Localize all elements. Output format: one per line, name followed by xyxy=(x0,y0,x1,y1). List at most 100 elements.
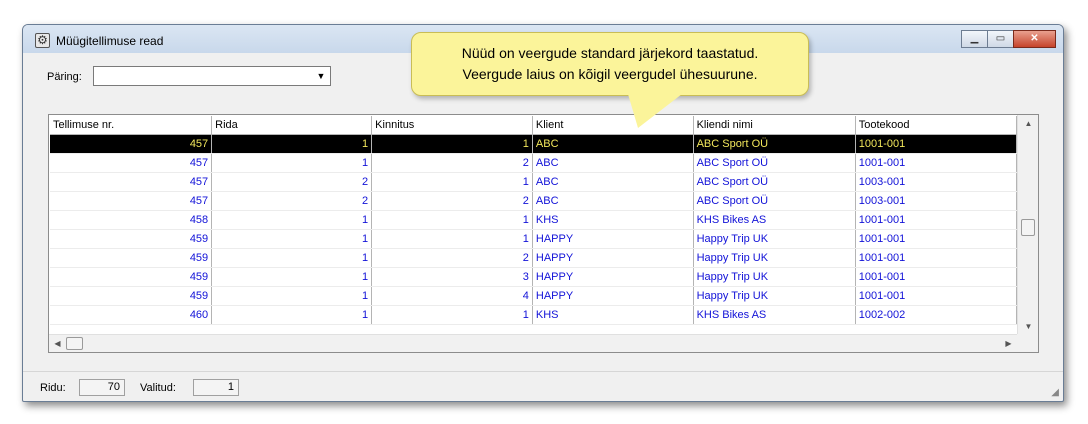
table-cell[interactable]: 2 xyxy=(371,153,533,173)
table-cell[interactable]: 1001-001 xyxy=(855,134,1017,154)
scroll-down-icon[interactable]: ▼ xyxy=(1018,318,1039,335)
table-cell[interactable]: ABC Sport OÜ xyxy=(693,134,856,154)
vertical-scrollbar[interactable]: ▲ ▼ xyxy=(1017,115,1038,335)
table-row[interactable]: 457 1 1 ABC ABC Sport OÜ 1001-001 xyxy=(50,134,1017,154)
rows-count-label: Ridu: xyxy=(40,382,66,394)
table-cell[interactable]: 457 xyxy=(50,134,213,154)
table-row[interactable]: 459 1 3 HAPPY Happy Trip UK 1001-001 xyxy=(50,267,1017,287)
table-cell[interactable]: 3 xyxy=(371,267,533,287)
table-cell[interactable]: 1 xyxy=(371,305,533,325)
table-row[interactable]: 459 1 2 HAPPY Happy Trip UK 1001-001 xyxy=(50,248,1017,268)
table-cell[interactable]: 2 xyxy=(371,248,533,268)
table-cell[interactable]: 1 xyxy=(371,172,533,192)
horizontal-scroll-thumb[interactable] xyxy=(66,337,83,350)
table-row[interactable]: 457 2 1 ABC ABC Sport OÜ 1003-001 xyxy=(50,172,1017,192)
table-cell[interactable]: 1 xyxy=(211,267,373,287)
column-header[interactable]: Tellimuse nr. xyxy=(50,116,213,135)
table-cell[interactable]: 1 xyxy=(211,153,373,173)
table-cell[interactable]: ABC xyxy=(532,153,694,173)
table-cell[interactable]: ABC Sport OÜ xyxy=(693,172,856,192)
query-select[interactable]: ▼ xyxy=(93,66,331,86)
scroll-up-icon[interactable]: ▲ xyxy=(1018,115,1039,132)
table-row[interactable]: 457 1 2 ABC ABC Sport OÜ 1001-001 xyxy=(50,153,1017,173)
vertical-scroll-thumb[interactable] xyxy=(1021,219,1035,236)
table-cell[interactable]: 2 xyxy=(371,191,533,211)
table-row[interactable]: 457 2 2 ABC ABC Sport OÜ 1003-001 xyxy=(50,191,1017,211)
callout-tooltip: Nüüd on veergude standard järjekord taas… xyxy=(411,32,809,96)
table-cell[interactable]: 460 xyxy=(50,305,213,325)
table-cell[interactable]: Happy Trip UK xyxy=(693,229,856,249)
table-cell[interactable]: 1 xyxy=(211,305,373,325)
table-cell[interactable]: ABC Sport OÜ xyxy=(693,153,856,173)
table-cell[interactable]: Happy Trip UK xyxy=(693,267,856,287)
table-cell[interactable]: 1003-001 xyxy=(855,191,1017,211)
table-cell[interactable]: 1 xyxy=(211,286,373,306)
table-cell[interactable]: HAPPY xyxy=(532,248,694,268)
grid-table: Tellimuse nr. Rida Kinnitus Klient Kliendi n… xyxy=(50,116,1017,325)
table-cell[interactable]: 1001-001 xyxy=(855,267,1017,287)
grid-viewport: Tellimuse nr. Rida Kinnitus Klient Kliendi n… xyxy=(50,116,1017,335)
window-title: Müügitellimuse read xyxy=(56,34,164,48)
table-cell[interactable]: 457 xyxy=(50,153,213,173)
table-cell[interactable]: 1003-001 xyxy=(855,172,1017,192)
table-cell[interactable]: KHS Bikes AS xyxy=(693,305,856,325)
table-cell[interactable]: 457 xyxy=(50,191,213,211)
maximize-button[interactable]: ▭ xyxy=(987,30,1014,48)
table-cell[interactable]: HAPPY xyxy=(532,267,694,287)
table-cell[interactable]: ABC xyxy=(532,172,694,192)
table-row[interactable]: 459 1 4 HAPPY Happy Trip UK 1001-001 xyxy=(50,286,1017,306)
table-cell[interactable]: KHS Bikes AS xyxy=(693,210,856,230)
horizontal-scrollbar[interactable]: ◀ ▶ xyxy=(49,334,1017,352)
table-cell[interactable]: 1001-001 xyxy=(855,286,1017,306)
selected-count-label: Valitud: xyxy=(140,382,176,394)
table-cell[interactable]: KHS xyxy=(532,210,694,230)
table-cell[interactable]: 457 xyxy=(50,172,213,192)
order-lines-grid: Tellimuse nr. Rida Kinnitus Klient Kliendi n… xyxy=(48,114,1039,353)
table-cell[interactable]: 459 xyxy=(50,267,213,287)
table-cell[interactable]: 4 xyxy=(371,286,533,306)
column-header[interactable]: Rida xyxy=(211,116,373,135)
table-cell[interactable]: HAPPY xyxy=(532,229,694,249)
minimize-button[interactable]: ▁ xyxy=(961,30,988,48)
table-cell[interactable]: HAPPY xyxy=(532,286,694,306)
table-cell[interactable]: 1 xyxy=(211,248,373,268)
table-row[interactable]: 458 1 1 KHS KHS Bikes AS 1001-001 xyxy=(50,210,1017,230)
table-cell[interactable]: 459 xyxy=(50,248,213,268)
table-cell[interactable]: 458 xyxy=(50,210,213,230)
table-cell[interactable]: 1 xyxy=(211,134,373,154)
table-cell[interactable]: 459 xyxy=(50,286,213,306)
table-cell[interactable]: 1 xyxy=(211,210,373,230)
table-cell[interactable]: 1001-001 xyxy=(855,248,1017,268)
query-label: Päring: xyxy=(47,71,82,83)
callout-line-1: Nüüd on veergude standard järjekord taas… xyxy=(461,45,759,61)
column-header[interactable]: Kinnitus xyxy=(371,116,533,135)
callout-pointer xyxy=(628,94,682,128)
table-cell[interactable]: 1 xyxy=(371,229,533,249)
table-cell[interactable]: 2 xyxy=(211,191,373,211)
table-cell[interactable]: Happy Trip UK xyxy=(693,286,856,306)
table-cell[interactable]: ABC Sport OÜ xyxy=(693,191,856,211)
table-cell[interactable]: 1001-001 xyxy=(855,210,1017,230)
table-cell[interactable]: 459 xyxy=(50,229,213,249)
table-cell[interactable]: ABC xyxy=(532,134,694,154)
table-cell[interactable]: 1 xyxy=(371,134,533,154)
table-cell[interactable]: 1001-001 xyxy=(855,153,1017,173)
table-cell[interactable]: Happy Trip UK xyxy=(693,248,856,268)
table-cell[interactable]: KHS xyxy=(532,305,694,325)
scroll-right-icon[interactable]: ▶ xyxy=(1000,335,1017,352)
column-header[interactable]: Kliendi nimi xyxy=(693,116,856,135)
chevron-down-icon[interactable]: ▼ xyxy=(313,68,329,84)
table-row[interactable]: 459 1 1 HAPPY Happy Trip UK 1001-001 xyxy=(50,229,1017,249)
table-cell[interactable]: 2 xyxy=(211,172,373,192)
scroll-left-icon[interactable]: ◀ xyxy=(49,335,66,352)
table-cell[interactable]: ABC xyxy=(532,191,694,211)
callout-line-2: Veergude laius on kõigil veergudel ühesu… xyxy=(462,66,758,82)
column-header[interactable]: Tootekood xyxy=(855,116,1017,135)
table-cell[interactable]: 1001-001 xyxy=(855,229,1017,249)
close-button[interactable]: ✕ xyxy=(1013,30,1056,48)
table-cell[interactable]: 1002-002 xyxy=(855,305,1017,325)
table-cell[interactable]: 1 xyxy=(211,229,373,249)
resize-grip-icon[interactable]: ◢ xyxy=(1051,387,1059,398)
table-cell[interactable]: 1 xyxy=(371,210,533,230)
table-row[interactable]: 460 1 1 KHS KHS Bikes AS 1002-002 xyxy=(50,305,1017,325)
